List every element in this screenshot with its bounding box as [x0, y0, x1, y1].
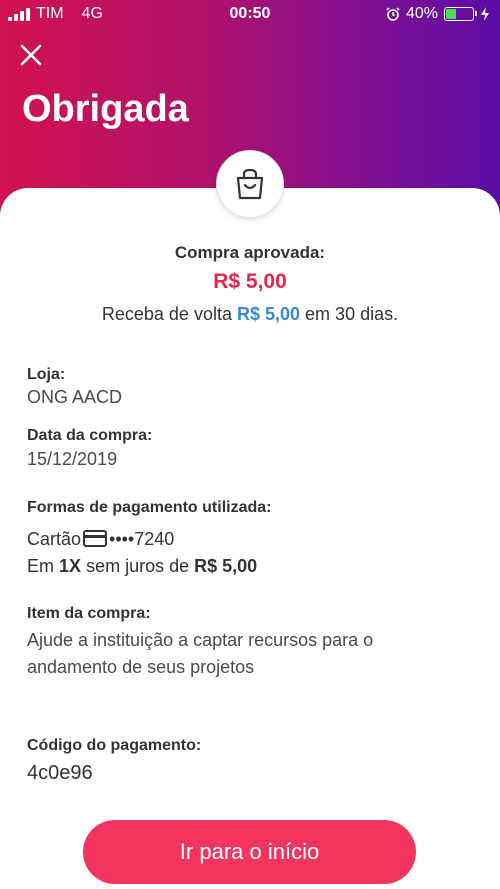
- page-title: Obrigada: [22, 88, 189, 130]
- installments-count: 1X: [59, 556, 82, 576]
- item-description-line1: Ajude a instituição a captar recursos pa…: [27, 630, 374, 650]
- store-label: Loja:: [27, 366, 66, 383]
- shopping-bag-badge: [216, 150, 284, 218]
- cashback-prefix: Receba de volta: [101, 304, 232, 324]
- close-icon: [20, 44, 42, 66]
- cashback-amount: R$ 5,00: [236, 304, 301, 324]
- cashback-text: Receba de volta R$ 5,00 em 30 dias.: [0, 304, 500, 325]
- payment-method-label: Formas de pagamento utilizada:: [27, 499, 272, 516]
- payment-card-line: Cartão ••••7240: [27, 529, 174, 550]
- installments-amount: R$ 5,00: [194, 556, 258, 576]
- store-value: ONG AACD: [27, 387, 123, 407]
- payment-card-prefix: Cartão: [27, 529, 82, 549]
- installments-middle: sem juros de: [86, 556, 190, 576]
- battery-percent: 40%: [405, 5, 438, 22]
- approved-amount: R$ 5,00: [213, 270, 287, 293]
- close-button[interactable]: [18, 42, 44, 68]
- installments-prefix: Em: [27, 556, 54, 576]
- approved-label: Compra aprovada:: [174, 243, 326, 262]
- purchase-date-label: Data da compra:: [27, 427, 153, 444]
- payment-code-label: Código do pagamento:: [27, 737, 202, 754]
- shopping-bag-icon: [236, 168, 264, 200]
- status-right: 40%: [386, 5, 490, 23]
- installments-line: Em 1X sem juros de R$ 5,00: [27, 556, 257, 577]
- item-description-line2: andamento de seus projetos: [27, 657, 255, 677]
- alarm-icon: [386, 7, 400, 21]
- status-bar: TIM 4G 00:50 40%: [0, 0, 500, 30]
- payment-card-number: ••••7240: [109, 529, 175, 549]
- item-label: Item da compra:: [27, 605, 151, 622]
- charging-bolt-icon: [481, 7, 489, 21]
- purchase-date-value: 15/12/2019: [27, 449, 118, 469]
- battery-icon: [444, 7, 477, 21]
- credit-card-icon: [83, 530, 108, 547]
- battery-fill: [446, 9, 457, 19]
- payment-code-value: 4c0e96: [27, 762, 93, 784]
- cashback-suffix: em 30 dias.: [305, 304, 399, 324]
- go-home-button[interactable]: Ir para o início: [83, 820, 416, 884]
